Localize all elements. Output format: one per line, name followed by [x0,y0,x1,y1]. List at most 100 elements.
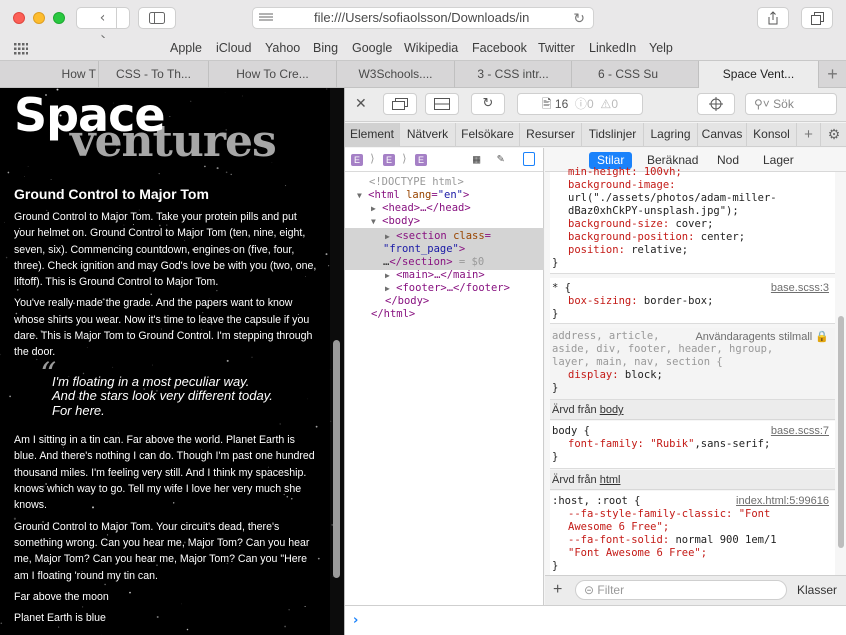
inherited-link[interactable]: body [600,404,624,416]
dom-node-body-close[interactable]: </body> [385,295,429,308]
styles-filter-input[interactable]: ⊝ Filter [575,580,787,600]
page-scrollbar-thumb[interactable] [333,340,340,578]
favorite-link[interactable]: Bing [313,41,338,55]
tab-canvas[interactable]: Canvas [698,123,747,147]
tab-resources[interactable]: Resurser [520,123,582,147]
stylesheet-link[interactable]: index.html:5:99616 [736,495,829,507]
tab-node[interactable]: Nod [709,152,747,169]
inspector-search-field[interactable]: ⚲˅ Sök [745,93,837,115]
favorite-link[interactable]: Yahoo [265,41,300,55]
dom-doctype[interactable]: <!DOCTYPE html> [369,176,464,189]
css-selector[interactable]: body { [552,425,590,438]
css-value[interactable]: url("./assets/photos/adam-miller- [568,192,777,205]
css-declaration[interactable]: background-position: center; [568,231,745,244]
css-declaration[interactable]: box-sizing: border-box; [568,295,713,308]
browser-tab[interactable]: 3 - CSS intr... [454,61,571,88]
tab-console[interactable]: Konsol [747,123,797,147]
stylesheet-link[interactable]: base.scss:7 [771,425,829,437]
browser-tab[interactable]: W3Schools.... [336,61,454,88]
settings-gear-icon[interactable]: ⚙ [821,123,846,147]
css-declaration[interactable]: position: relative; [568,244,688,257]
dom-node-main[interactable]: ▶ <main>…</main> [385,269,485,282]
add-tab-plus-icon[interactable]: + [797,123,821,147]
tab-timelines[interactable]: Tidslinjer [582,123,644,147]
css-value[interactable]: Awesome 6 Free"; [568,521,669,534]
favorite-link[interactable]: Google [352,41,392,55]
css-declaration[interactable]: min-height: 100vh; [568,166,682,179]
address-bar[interactable]: file:///Users/sofiaolsson/Downloads/in ↻ [252,7,594,29]
css-declaration[interactable]: --fa-font-solid: normal 900 1em/1 [568,534,777,547]
sidebar-toggle-button[interactable] [138,7,176,29]
browser-tab[interactable]: 6 - CSS Su [571,61,698,88]
browser-tab[interactable]: How T [0,61,98,88]
share-button[interactable] [757,7,789,29]
favorite-link[interactable]: iCloud [216,41,251,55]
dom-node-body[interactable]: ▼ <body> [371,215,420,228]
resource-counts[interactable]: 🖹 16 ⓘ0 ⚠0 [517,93,643,115]
css-selector[interactable]: address, article, [552,330,659,343]
disclosure-closed-icon[interactable]: ▶ [385,284,390,293]
dock-side-button[interactable] [425,93,459,115]
favorite-link[interactable]: Yelp [649,41,673,55]
disclosure-closed-icon[interactable]: ▶ [385,271,390,280]
favorite-link[interactable]: Twitter [538,41,575,55]
css-selector[interactable]: :host, :root { [552,495,641,508]
new-tab-plus-icon[interactable]: + [818,61,846,88]
disclosure-closed-icon[interactable]: ▶ [385,232,390,241]
url-text[interactable]: file:///Users/sofiaolsson/Downloads/in [314,8,566,28]
reader-view-icon[interactable] [259,13,273,23]
back-chevron-icon[interactable]: ‹ [90,8,116,28]
element-picker-button[interactable] [697,93,735,115]
tab-overview-button[interactable] [801,7,833,29]
minimize-window-button[interactable] [33,12,45,24]
tab-storage[interactable]: Lagring [644,123,698,147]
css-selector[interactable]: aside, div, footer, header, hgroup, [552,343,773,356]
tab-network[interactable]: Nätverk [400,123,456,147]
classes-toggle-button[interactable]: Klasser [797,583,837,597]
browser-tab-active[interactable]: Space Vent... [698,61,818,88]
reload-icon[interactable]: ↻ [573,8,585,28]
disclosure-open-icon[interactable]: ▼ [371,217,376,226]
console-prompt[interactable]: › [345,605,846,635]
element-badge-icon[interactable]: E [415,154,427,166]
layout-grid-icon[interactable]: ▦ [473,152,480,166]
tab-debugger[interactable]: Felsökare [456,123,520,147]
browser-tab[interactable]: CSS - To Th... [98,61,208,88]
css-declaration[interactable]: background-image: [568,179,675,192]
styles-scrollbar-thumb[interactable] [838,316,844,548]
dom-node-footer[interactable]: ▶ <footer>…</footer> [385,282,510,295]
disclosure-closed-icon[interactable]: ▶ [371,204,376,213]
css-value[interactable]: dBaz0xhCkPY-unsplash.jpg"); [568,205,739,218]
css-value[interactable]: "Font Awesome 6 Free"; [568,547,707,560]
css-declaration[interactable]: --fa-style-family-classic: "Font [568,508,770,521]
dom-node-head[interactable]: ▶ <head>…</head> [371,202,471,215]
tab-element[interactable]: Element [345,123,400,147]
element-badge-icon[interactable]: E [351,154,363,166]
css-selector[interactable]: * { [552,282,571,295]
sidebar-panel-icon[interactable] [523,152,535,166]
zoom-window-button[interactable] [53,12,65,24]
inherited-link[interactable]: html [600,474,621,486]
favorite-link[interactable]: LinkedIn [589,41,636,55]
tab-layers[interactable]: Lager [755,152,802,169]
favorite-link[interactable]: Wikipedia [404,41,458,55]
favorite-link[interactable]: Apple [170,41,202,55]
stylesheet-link[interactable]: base.scss:3 [771,282,829,294]
disclosure-open-icon[interactable]: ▼ [357,191,362,200]
close-inspector-icon[interactable]: ✕ [355,96,367,112]
dom-node-section-cont[interactable]: "front_page"> [383,243,465,256]
dom-node-section[interactable]: ▶ <section class= [385,230,491,243]
close-window-button[interactable] [13,12,25,24]
favorites-grid-icon[interactable] [14,43,28,55]
element-badge-icon[interactable]: E [383,154,395,166]
dock-bottom-button[interactable] [383,93,417,115]
dom-node-section-close[interactable]: …</section> = $0 [383,256,484,269]
css-declaration[interactable]: display: block; [568,369,663,382]
dom-node-html[interactable]: ▼ <html lang="en"> [357,189,469,202]
reload-page-button[interactable]: ↻ [471,93,505,115]
browser-tab[interactable]: How To Cre... [208,61,336,88]
dom-node-html-close[interactable]: </html> [371,308,415,321]
css-declaration[interactable]: font-family: "Rubik",sans-serif; [568,438,770,451]
paint-brush-icon[interactable]: ✎ [497,151,504,165]
css-selector[interactable]: layer, main, nav, section { [552,356,723,369]
